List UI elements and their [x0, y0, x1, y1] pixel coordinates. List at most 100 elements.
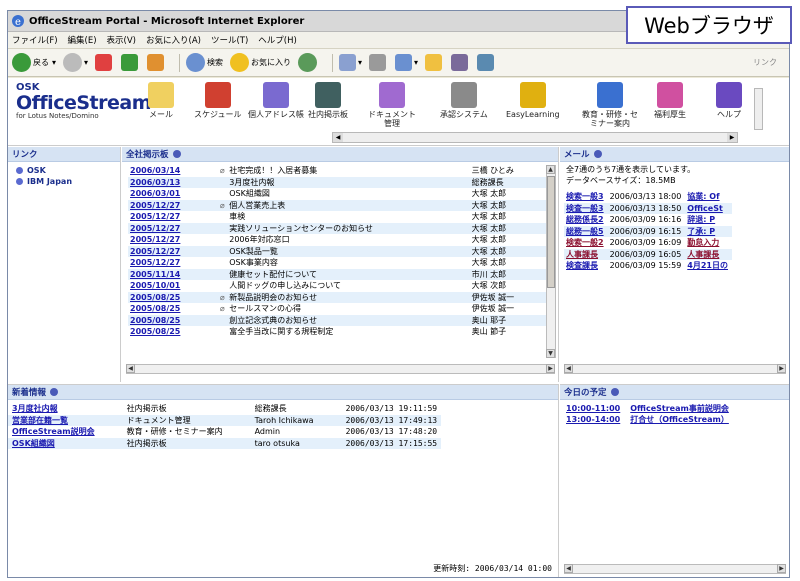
mail-row[interactable]: 検索一般3 2006/03/13 18:00 協業: Of: [564, 191, 732, 203]
board-row[interactable]: 2005/12/27 車検 大塚 太郎: [128, 211, 546, 223]
mail-from[interactable]: 検索一般3: [564, 191, 608, 203]
today-hscroll[interactable]: ◀ ▶: [564, 564, 786, 574]
links-bar[interactable]: リンク: [753, 57, 777, 68]
link-item[interactable]: IBM Japan: [8, 176, 120, 187]
board-row[interactable]: 2005/12/27 OSK製品一覧 大塚 太郎: [128, 245, 546, 257]
stop-button[interactable]: [95, 54, 114, 71]
board-row[interactable]: 2005/12/27 2006年対応窓口 大塚 太郎: [128, 234, 546, 246]
folder-button[interactable]: [425, 54, 444, 71]
mail-row[interactable]: 検査一般3 2006/03/13 18:50 OfficeSt: [564, 202, 732, 214]
app-launcher-item[interactable]: EasyLearning: [506, 82, 560, 119]
mail-from[interactable]: 総務係長2: [564, 214, 608, 226]
favorites-button[interactable]: お気に入り: [230, 53, 291, 72]
mail-row[interactable]: 検査課長 2006/03/09 15:59 4月21日の: [564, 260, 732, 272]
app-launcher-vscroll[interactable]: [754, 88, 763, 130]
mail-from[interactable]: 総務一般5: [564, 225, 608, 237]
menu-item[interactable]: 表示(V): [107, 34, 136, 46]
search-button[interactable]: 検索: [186, 53, 223, 72]
mail-from[interactable]: 検査課長: [564, 260, 608, 272]
board-row[interactable]: 2005/12/27 OSK事業内容 大塚 太郎: [128, 257, 546, 269]
mail-from[interactable]: 検査一般3: [564, 202, 608, 214]
board-date-link[interactable]: 2005/12/27: [130, 224, 180, 233]
history-button[interactable]: [298, 53, 319, 72]
scroll-thumb[interactable]: [547, 176, 555, 288]
app-launcher-item[interactable]: メール: [148, 82, 174, 119]
new-info-title[interactable]: OSK組織図: [8, 437, 99, 449]
scroll-right-icon[interactable]: ▶: [777, 364, 786, 373]
menu-item[interactable]: ツール(T): [211, 34, 248, 46]
board-date-link[interactable]: 2005/12/27: [130, 247, 180, 256]
new-info-row[interactable]: OfficeStream説明会 教育・研修・セミナー案内 Admin 2006/03/…: [8, 426, 441, 438]
mail-subject[interactable]: 4月21日の: [685, 260, 732, 272]
board-row[interactable]: 2005/08/25 ⌀ セールスマンの心得 伊佐坂 誠一: [128, 303, 546, 315]
mail-subject[interactable]: OfficeSt: [685, 202, 732, 214]
mail-subject[interactable]: 人事課長: [685, 248, 732, 260]
app-launcher-scrollbar[interactable]: ◀ ▶: [332, 132, 738, 143]
board-date-link[interactable]: 2006/03/13: [130, 178, 180, 187]
scroll-left-icon[interactable]: ◀: [333, 133, 343, 142]
scroll-up-icon[interactable]: ▲: [546, 165, 555, 174]
menu-item[interactable]: お気に入り(A): [146, 34, 201, 46]
menu-item[interactable]: 編集(E): [68, 34, 97, 46]
info-icon[interactable]: [172, 150, 181, 158]
app-launcher-item[interactable]: 社内掲示板: [308, 82, 348, 119]
app-launcher-item[interactable]: ドキュメント 管理: [368, 82, 416, 128]
mail-row[interactable]: 人事課長 2006/03/09 16:05 人事課長: [564, 248, 732, 260]
new-info-row[interactable]: OSK組織図 社内掲示板 taro otsuka 2006/03/13 17:15:5…: [8, 437, 442, 449]
schedule-event[interactable]: OfficeStream事前説明会: [630, 404, 729, 413]
app-launcher-item[interactable]: 教育・研修・セ ミナー案内: [582, 82, 638, 128]
mail-row[interactable]: 総務一般5 2006/03/09 16:15 了承: P: [564, 225, 732, 237]
app-launcher-item[interactable]: 福利厚生: [654, 82, 686, 119]
board-date-link[interactable]: 2005/08/25: [130, 316, 180, 325]
forward-button[interactable]: ▾: [63, 53, 88, 72]
messenger-button[interactable]: [477, 54, 496, 71]
refresh-button[interactable]: [121, 54, 140, 71]
app-launcher-item[interactable]: 承認システム: [440, 82, 488, 119]
scroll-right-icon[interactable]: ▶: [727, 133, 737, 142]
new-info-title[interactable]: OfficeStream説明会: [8, 426, 99, 438]
menu-item[interactable]: ヘルプ(H): [258, 34, 297, 46]
menu-item[interactable]: ファイル(F): [12, 34, 58, 46]
board-row[interactable]: 2005/11/14 健康セット配付について 市川 太郎: [128, 268, 546, 280]
board-vscroll[interactable]: ▲ ▼: [546, 165, 556, 358]
info-icon[interactable]: [610, 388, 619, 396]
board-date-link[interactable]: 2005/12/27: [130, 212, 180, 221]
schedule-time[interactable]: 10:00-11:00: [566, 404, 620, 413]
mail-from[interactable]: 人事課長: [564, 248, 608, 260]
research-button[interactable]: [451, 54, 470, 71]
mail-button[interactable]: ▾: [339, 54, 362, 71]
mail-subject[interactable]: 勤怠入力: [685, 237, 732, 249]
mail-subject[interactable]: 辞退: P: [685, 214, 732, 226]
scroll-right-icon[interactable]: ▶: [546, 364, 555, 373]
board-date-link[interactable]: 2005/08/25: [130, 304, 180, 313]
mail-subject[interactable]: 了承: P: [685, 225, 732, 237]
board-row[interactable]: 2006/03/01 OSK組織図 大塚 太郎: [128, 188, 546, 200]
board-row[interactable]: 2005/12/27 ⌀ 個人営業売上表 大塚 太郎: [128, 199, 546, 211]
mail-row[interactable]: 検索一般2 2006/03/09 16:09 勤怠入力: [564, 237, 732, 249]
board-row[interactable]: 2005/08/25 富全手当改に関する規程制定 奥山 節子: [128, 326, 546, 338]
board-date-link[interactable]: 2005/08/25: [130, 327, 180, 336]
board-date-link[interactable]: 2006/03/01: [130, 189, 180, 198]
board-date-link[interactable]: 2005/12/27: [130, 258, 180, 267]
mail-row[interactable]: 総務係長2 2006/03/09 16:16 辞退: P: [564, 214, 732, 226]
board-date-link[interactable]: 2005/11/14: [130, 270, 180, 279]
mail-subject[interactable]: 協業: Of: [685, 191, 732, 203]
scroll-left-icon[interactable]: ◀: [126, 364, 135, 373]
app-launcher-item[interactable]: ヘルプ: [716, 82, 742, 119]
board-date-link[interactable]: 2006/03/14: [130, 166, 180, 175]
app-launcher-item[interactable]: 個人アドレス帳: [248, 82, 304, 119]
new-info-title[interactable]: 3月度社内報: [8, 403, 99, 415]
board-date-link[interactable]: 2005/12/27: [130, 201, 180, 210]
board-row[interactable]: 2005/08/25 ⌀ 新製品説明会のお知らせ 伊佐坂 誠一: [128, 291, 546, 303]
scroll-left-icon[interactable]: ◀: [564, 364, 573, 373]
board-date-link[interactable]: 2005/12/27: [130, 235, 180, 244]
scroll-left-icon[interactable]: ◀: [564, 564, 573, 573]
board-row[interactable]: 2006/03/13 3月度社内報 総務課長: [128, 176, 546, 188]
mail-from[interactable]: 検索一般2: [564, 237, 608, 249]
schedule-time[interactable]: 13:00-14:00: [566, 415, 620, 424]
info-icon[interactable]: [50, 388, 59, 396]
new-info-row[interactable]: 営業部在籍一覧 ドキュメント管理 Taroh Ichikawa 2006/03/13 …: [8, 414, 442, 426]
edit-button[interactable]: ▾: [395, 54, 418, 71]
board-date-link[interactable]: 2005/08/25: [130, 293, 180, 302]
scroll-right-icon[interactable]: ▶: [777, 564, 786, 573]
